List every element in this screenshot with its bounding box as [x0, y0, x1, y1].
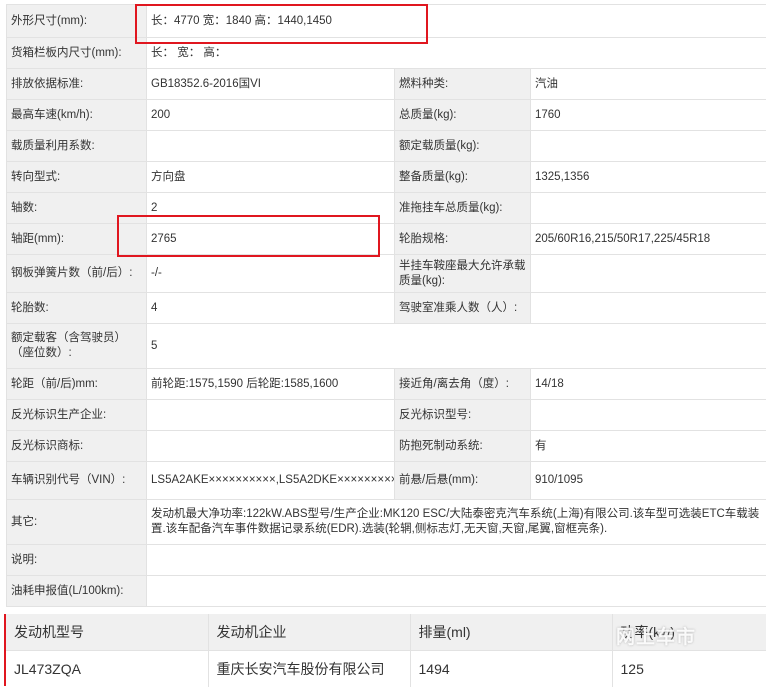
spec-label: 转向型式: [6, 161, 147, 193]
spec-value: 14/18 [529, 368, 766, 400]
spec-row: 外形尺寸(mm): 长：4770 宽：1840 高：1440,1450 [6, 4, 766, 38]
spec-label: 货箱栏板内尺寸(mm): [6, 37, 147, 69]
spec-label: 轮距（前/后)mm: [6, 368, 147, 400]
spec-label: 防抱死制动系统: [394, 430, 531, 462]
spec-row: 反光标识生产企业: 反光标识型号: [6, 399, 766, 431]
spec-row: 轴距(mm): 2765 轮胎规格: 205/60R16,215/50R17,225/… [6, 223, 766, 255]
engine-header-company: 发动机企业 [208, 614, 411, 651]
engine-header-model: 发动机型号 [6, 614, 209, 651]
engine-model-cell: JL473ZQA [6, 650, 209, 687]
spec-label: 说明: [6, 544, 147, 576]
spec-label: 整备质量(kg): [394, 161, 531, 193]
spec-row: 排放依据标准: GB18352.6-2016国VI 燃料种类: 汽油 [6, 68, 766, 100]
spec-label: 接近角/离去角（度）: [394, 368, 531, 400]
spec-label: 排放依据标准: [6, 68, 147, 100]
spec-value: 200 [146, 99, 395, 131]
spec-value: 前轮距:1575,1590 后轮距:1585,1600 [146, 368, 395, 400]
spec-value: 4 [146, 292, 395, 324]
spec-value [145, 544, 766, 576]
engine-table-row: JL473ZQA 重庆长安汽车股份有限公司 1494 125 [6, 650, 766, 687]
spec-value [529, 192, 766, 224]
spec-row: 轴数: 2 准拖挂车总质量(kg): [6, 192, 766, 224]
spec-value: 910/1095 [529, 461, 766, 500]
spec-value [529, 399, 766, 431]
spec-label: 额定载客（含驾驶员）（座位数）: [6, 323, 147, 369]
spec-label: 车辆识别代号（VIN）: [6, 461, 147, 500]
spec-value [529, 130, 766, 162]
spec-value: GB18352.6-2016国VI [146, 68, 395, 100]
spec-label: 外形尺寸(mm): [6, 4, 147, 38]
spec-value [146, 399, 395, 431]
spec-value: -/- [146, 254, 395, 293]
spec-value [529, 254, 766, 293]
spec-row: 反光标识商标: 防抱死制动系统: 有 [6, 430, 766, 462]
spec-value [146, 130, 395, 162]
spec-value [529, 292, 766, 324]
spec-label: 其它: [6, 499, 147, 545]
spec-label: 额定载质量(kg): [394, 130, 531, 162]
spec-label: 总质量(kg): [394, 99, 531, 131]
spec-label: 前悬/后悬(mm): [394, 461, 531, 500]
spec-label: 钢板弹簧片数（前/后）: [6, 254, 147, 293]
spec-label: 反光标识商标: [6, 430, 147, 462]
spec-row: 油耗申报值(L/100km): [6, 575, 766, 607]
spec-value [146, 430, 395, 462]
spec-label: 反光标识生产企业: [6, 399, 147, 431]
spec-row: 转向型式: 方向盘 整备质量(kg): 1325,1356 [6, 161, 766, 193]
spec-row: 额定载客（含驾驶员）（座位数）: 5 [6, 323, 766, 369]
spec-value: 有 [529, 430, 766, 462]
spec-value: 汽油 [529, 68, 766, 100]
spec-label: 油耗申报值(L/100km): [6, 575, 147, 607]
spec-label: 载质量利用系数: [6, 130, 147, 162]
vehicle-spec-table: 外形尺寸(mm): 长：4770 宽：1840 高：1440,1450 货箱栏板内尺… [6, 4, 766, 607]
spec-row: 说明: [6, 544, 766, 576]
spec-row: 货箱栏板内尺寸(mm): 长： 宽： 高： [6, 37, 766, 69]
spec-row: 钢板弹簧片数（前/后）: -/- 半挂车鞍座最大允许承载质量(kg): [6, 254, 766, 293]
spec-value: 方向盘 [146, 161, 395, 193]
spec-label: 准拖挂车总质量(kg): [394, 192, 531, 224]
spec-label: 驾驶室准乘人数（人）: [394, 292, 531, 324]
spec-value: 5 [145, 323, 766, 369]
engine-company-cell: 重庆长安汽车股份有限公司 [208, 650, 411, 687]
engine-power-cell: 125 [612, 650, 766, 687]
spec-label: 轴距(mm): [6, 223, 147, 255]
spec-value: 2765 [146, 223, 395, 255]
engine-header-displacement: 排量(ml) [410, 614, 613, 651]
engine-displacement-cell: 1494 [410, 650, 613, 687]
spec-value: 长： 宽： 高： [145, 37, 766, 69]
spec-row: 载质量利用系数: 额定载质量(kg): [6, 130, 766, 162]
spec-value: 发动机最大净功率:122kW.ABS型号/生产企业:MK120 ESC/大陆泰密… [145, 499, 766, 545]
spec-value: 1325,1356 [529, 161, 766, 193]
spec-row: 车辆识别代号（VIN）: LS5A2AKE××××××××××,LS5A2DKE×… [6, 461, 766, 500]
spec-value: 205/60R16,215/50R17,225/45R18 [529, 223, 766, 255]
spec-row: 其它: 发动机最大净功率:122kW.ABS型号/生产企业:MK120 ESC/大… [6, 499, 766, 545]
spec-value [145, 575, 766, 607]
spec-label: 轴数: [6, 192, 147, 224]
spec-value: 长：4770 宽：1840 高：1440,1450 [145, 4, 766, 38]
spec-label: 燃料种类: [394, 68, 531, 100]
spec-row: 轮胎数: 4 驾驶室准乘人数（人）: [6, 292, 766, 324]
spec-row: 轮距（前/后)mm: 前轮距:1575,1590 后轮距:1585,1600 接近角… [6, 368, 766, 400]
spec-value: 1760 [529, 99, 766, 131]
spec-label: 轮胎规格: [394, 223, 531, 255]
spec-table-body: 外形尺寸(mm): 长：4770 宽：1840 高：1440,1450 货箱栏板内尺… [6, 4, 766, 607]
spec-label: 最高车速(km/h): [6, 99, 147, 131]
spec-label: 反光标识型号: [394, 399, 531, 431]
spec-value: LS5A2AKE××××××××××,LS5A2DKE×××××××××× [146, 461, 395, 500]
watermark-logo: 网上车市 [616, 627, 697, 648]
spec-value: 2 [146, 192, 395, 224]
spec-label: 轮胎数: [6, 292, 147, 324]
spec-label: 半挂车鞍座最大允许承载质量(kg): [394, 254, 531, 293]
spec-row: 最高车速(km/h): 200 总质量(kg): 1760 [6, 99, 766, 131]
